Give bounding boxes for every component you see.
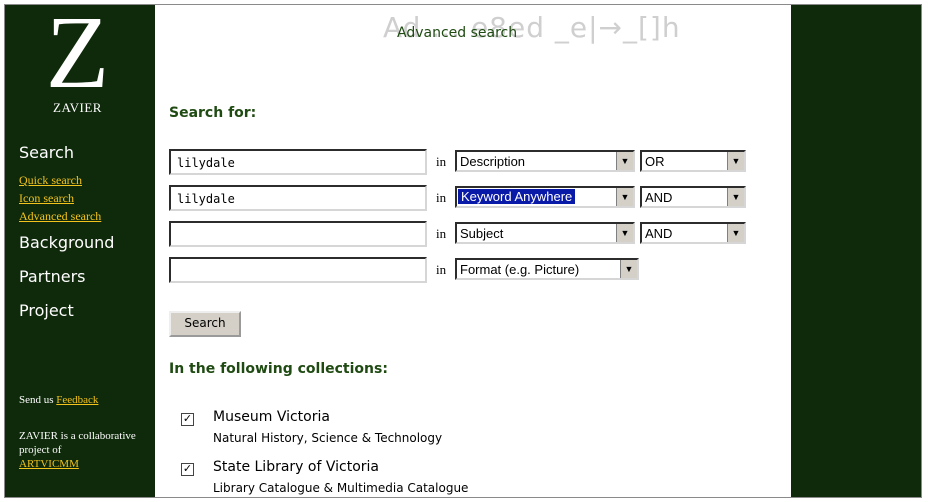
chevron-down-icon: ▼ [620, 260, 637, 278]
right-panel [791, 5, 921, 497]
operator-select-2[interactable]: AND ▼ [640, 186, 746, 208]
field-select-3[interactable]: Subject ▼ [455, 222, 635, 244]
about-link[interactable]: ARTVICMM [19, 458, 79, 470]
about-text: ZAVIER is a collaborative project of ART… [19, 429, 144, 471]
field-select-4-value: Format (e.g. Picture) [460, 262, 580, 277]
operator-select-3-value: AND [645, 226, 673, 241]
collection-checkbox-state-library[interactable]: ✓ [181, 463, 194, 476]
collection-desc-1: Natural History, Science & Technology [213, 431, 443, 445]
nav-icon-search[interactable]: Icon search [19, 191, 74, 205]
field-select-1-value: Description [460, 154, 526, 169]
nav-background[interactable]: Background [19, 233, 114, 252]
field-select-1[interactable]: Description ▼ [455, 150, 635, 172]
feedback-text: Send us Feedback [19, 393, 144, 407]
search-term-input-4[interactable] [169, 257, 427, 283]
chevron-down-icon: ▼ [727, 188, 744, 206]
collection-desc-2: Library Catalogue & Multimedia Catalogue [213, 481, 469, 495]
page-title: Advanced search [397, 25, 518, 41]
nav-project[interactable]: Project [19, 301, 74, 320]
chevron-down-icon: ▼ [616, 188, 633, 206]
operator-select-1[interactable]: OR ▼ [640, 150, 746, 172]
nav-partners[interactable]: Partners [19, 267, 85, 286]
nav-search[interactable]: Search [19, 143, 74, 162]
sidebar: Z ZAVIER Search Quick search Icon search… [5, 5, 155, 497]
feedback-link[interactable]: Feedback [56, 394, 98, 406]
browser-frame: Z ZAVIER Search Quick search Icon search… [4, 4, 922, 498]
field-select-2[interactable]: Keyword Anywhere ▼ [455, 186, 635, 208]
feedback-prefix: Send us [19, 394, 57, 406]
main-content: Ad ... e8ed _e|→_[]h Advanced search Sea… [155, 5, 791, 497]
search-button[interactable]: Search [169, 311, 241, 337]
collections-label: In the following collections: [169, 361, 388, 377]
nav-advanced-search[interactable]: Advanced search [19, 209, 101, 223]
in-label-2: in [436, 190, 447, 205]
in-label-4: in [436, 262, 447, 277]
operator-select-2-value: AND [645, 190, 673, 205]
collection-name-1: Museum Victoria [213, 409, 330, 425]
chevron-down-icon: ▼ [616, 152, 633, 170]
in-label-3: in [436, 226, 447, 241]
search-term-input-2[interactable]: lilydale [169, 185, 427, 211]
collection-name-2: State Library of Victoria [213, 459, 379, 475]
field-select-2-value: Keyword Anywhere [458, 189, 576, 204]
chevron-down-icon: ▼ [616, 224, 633, 242]
chevron-down-icon: ▼ [727, 152, 744, 170]
search-term-input-1[interactable]: lilydale [169, 149, 427, 175]
chevron-down-icon: ▼ [727, 224, 744, 242]
operator-select-1-value: OR [645, 154, 665, 169]
search-term-input-3[interactable] [169, 221, 427, 247]
collection-checkbox-museum-victoria[interactable]: ✓ [181, 413, 194, 426]
logo-name: ZAVIER [53, 100, 102, 115]
in-label-1: in [436, 154, 447, 169]
field-select-4[interactable]: Format (e.g. Picture) ▼ [455, 258, 639, 280]
nav-quick-search[interactable]: Quick search [19, 173, 82, 187]
field-select-3-value: Subject [460, 226, 504, 241]
about-description: ZAVIER is a collaborative project of [19, 430, 136, 456]
search-for-label: Search for: [169, 105, 257, 121]
operator-select-3[interactable]: AND ▼ [640, 222, 746, 244]
logo-letter: Z [45, 4, 110, 110]
